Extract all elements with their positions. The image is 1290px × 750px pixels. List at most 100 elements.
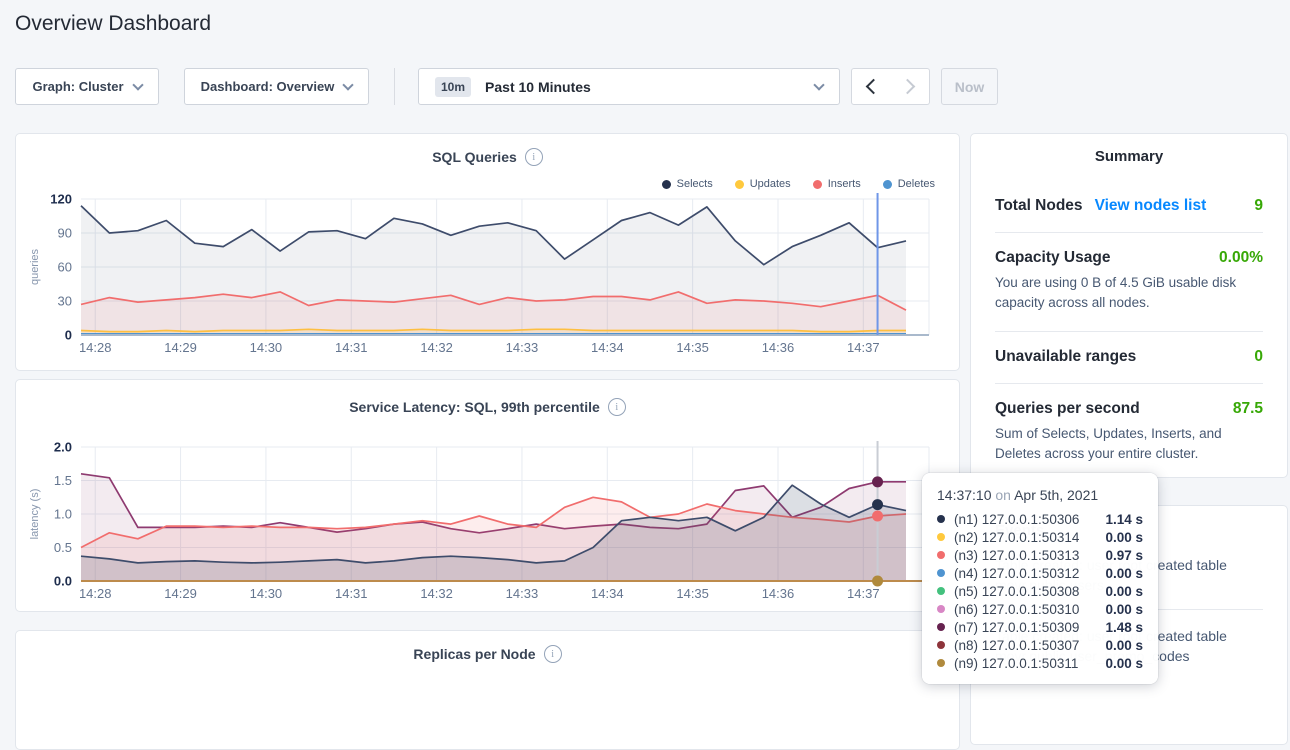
total-nodes-value: 9 [1254, 197, 1263, 215]
now-button[interactable]: Now [941, 68, 998, 105]
sql-queries-chart[interactable]: 030609012014:2814:2914:3014:3114:3214:33… [16, 134, 959, 370]
chevron-down-icon [132, 79, 143, 90]
chart-tooltip: 14:37:10 on Apr 5th, 2021 (n1) 127.0.0.1… [922, 473, 1158, 684]
tooltip-row: (n1) 127.0.0.1:50306 1.14 s [937, 510, 1143, 528]
svg-text:14:31: 14:31 [335, 340, 368, 355]
node-address: (n7) 127.0.0.1:50309 [954, 620, 1079, 635]
tooltip-row: (n9) 127.0.0.1:503110.00 s [937, 654, 1143, 672]
node-color-dot [937, 641, 945, 649]
svg-text:14:35: 14:35 [676, 586, 709, 601]
node-address: (n5) 127.0.0.1:50308 [954, 584, 1079, 599]
chevron-down-icon [343, 79, 354, 90]
tooltip-row: (n3) 127.0.0.1:503130.97 s [937, 546, 1143, 564]
capacity-value: 0.00% [1219, 249, 1263, 267]
summary-row-total-nodes: Total Nodes View nodes list 9 [995, 197, 1263, 215]
chevron-down-icon [813, 79, 824, 90]
tooltip-row: (n7) 127.0.0.1:50309 1.48 s [937, 618, 1143, 636]
dashboard-dropdown[interactable]: Dashboard: Overview [184, 68, 369, 105]
node-color-dot [937, 605, 945, 613]
summary-row-qps: Queries per second 87.5 [995, 400, 1263, 418]
node-color-dot [937, 569, 945, 577]
svg-text:14:36: 14:36 [762, 586, 795, 601]
tooltip-row: (n8) 127.0.0.1:503070.00 s [937, 636, 1143, 654]
latency-chart[interactable]: 0.00.51.01.52.014:2814:2914:3014:3114:32… [16, 380, 959, 611]
svg-text:60: 60 [58, 260, 72, 275]
tooltip-row: (n2) 127.0.0.1:503140.00 s [937, 528, 1143, 546]
svg-text:90: 90 [58, 226, 72, 241]
node-address: (n2) 127.0.0.1:50314 [954, 530, 1079, 545]
svg-text:14:36: 14:36 [762, 340, 795, 355]
svg-text:14:28: 14:28 [79, 586, 112, 601]
tooltip-on: on [995, 487, 1011, 503]
svg-text:14:32: 14:32 [420, 340, 453, 355]
info-icon[interactable]: i [544, 645, 562, 663]
graph-dropdown-label: Graph: Cluster [32, 79, 123, 94]
total-nodes-label: Total Nodes [995, 197, 1083, 215]
node-latency-value: 0.97 s [1105, 548, 1143, 563]
svg-text:14:30: 14:30 [250, 586, 283, 601]
node-latency-value: 0.00 s [1105, 638, 1143, 653]
node-address: (n6) 127.0.0.1:50310 [954, 602, 1079, 617]
node-latency-value: 0.00 s [1105, 566, 1143, 581]
node-address: (n1) 127.0.0.1:50306 [954, 512, 1079, 527]
unavailable-ranges-label: Unavailable ranges [995, 348, 1136, 366]
qps-label: Queries per second [995, 400, 1140, 418]
tooltip-rows: (n1) 127.0.0.1:503061.14 s(n2) 127.0.0.1… [937, 510, 1143, 672]
chart-title-row: Replicas per Node i [16, 645, 959, 663]
view-nodes-list-link[interactable]: View nodes list [1095, 197, 1207, 215]
qps-value: 87.5 [1233, 400, 1263, 418]
chevron-right-icon [900, 79, 916, 95]
svg-text:14:30: 14:30 [250, 340, 283, 355]
unavailable-ranges-value: 0 [1254, 348, 1263, 366]
capacity-description: You are using 0 B of 4.5 GiB usable disk… [995, 273, 1263, 314]
summary-row-unavailable: Unavailable ranges 0 [995, 348, 1263, 366]
time-prev-button[interactable] [851, 68, 891, 105]
svg-text:0.5: 0.5 [54, 540, 72, 555]
divider [995, 383, 1263, 384]
time-range-dropdown[interactable]: 10m Past 10 Minutes [418, 68, 840, 105]
tooltip-header: 14:37:10 on Apr 5th, 2021 [937, 487, 1143, 503]
summary-panel: Summary Total Nodes View nodes list 9 Ca… [970, 133, 1288, 478]
tooltip-time: 14:37:10 [937, 487, 992, 503]
svg-text:14:37: 14:37 [847, 340, 880, 355]
dashboard-dropdown-label: Dashboard: Overview [201, 79, 335, 94]
qps-description: Sum of Selects, Updates, Inserts, and De… [995, 424, 1263, 465]
replicas-panel: Replicas per Node i [15, 630, 960, 750]
node-latency-value: 0.00 s [1105, 584, 1143, 599]
node-address: (n4) 127.0.0.1:50312 [954, 566, 1079, 581]
svg-text:14:32: 14:32 [420, 586, 453, 601]
time-range-label: Past 10 Minutes [485, 79, 591, 95]
page-title: Overview Dashboard [15, 12, 211, 36]
time-range-badge: 10m [435, 77, 471, 97]
node-latency-value: 1.48 s [1105, 620, 1143, 635]
node-color-dot [937, 551, 945, 559]
chevron-left-icon [865, 79, 881, 95]
divider [995, 331, 1263, 332]
latency-panel: Service Latency: SQL, 99th percentile i … [15, 379, 960, 612]
svg-text:14:37: 14:37 [847, 586, 880, 601]
svg-text:14:29: 14:29 [164, 340, 197, 355]
node-latency-value: 1.14 s [1105, 512, 1143, 527]
node-color-dot [937, 515, 945, 523]
svg-text:14:34: 14:34 [591, 586, 624, 601]
divider [995, 232, 1263, 233]
svg-text:latency (s): latency (s) [29, 489, 41, 540]
svg-text:14:29: 14:29 [164, 586, 197, 601]
svg-text:queries: queries [29, 248, 41, 285]
svg-text:0: 0 [65, 328, 72, 343]
svg-text:30: 30 [58, 294, 72, 309]
svg-text:14:31: 14:31 [335, 586, 368, 601]
svg-text:120: 120 [50, 192, 72, 207]
svg-text:14:33: 14:33 [506, 586, 539, 601]
graph-dropdown[interactable]: Graph: Cluster [15, 68, 159, 105]
controls-divider [394, 68, 395, 105]
node-color-dot [937, 533, 945, 541]
summary-row-capacity: Capacity Usage 0.00% [995, 249, 1263, 267]
tooltip-row: (n5) 127.0.0.1:50308 0.00 s [937, 582, 1143, 600]
tooltip-row: (n4) 127.0.0.1:50312 0.00 s [937, 564, 1143, 582]
time-next-button[interactable] [890, 68, 930, 105]
summary-title: Summary [995, 148, 1263, 165]
node-color-dot [937, 623, 945, 631]
svg-text:14:35: 14:35 [676, 340, 709, 355]
svg-text:2.0: 2.0 [54, 440, 72, 455]
